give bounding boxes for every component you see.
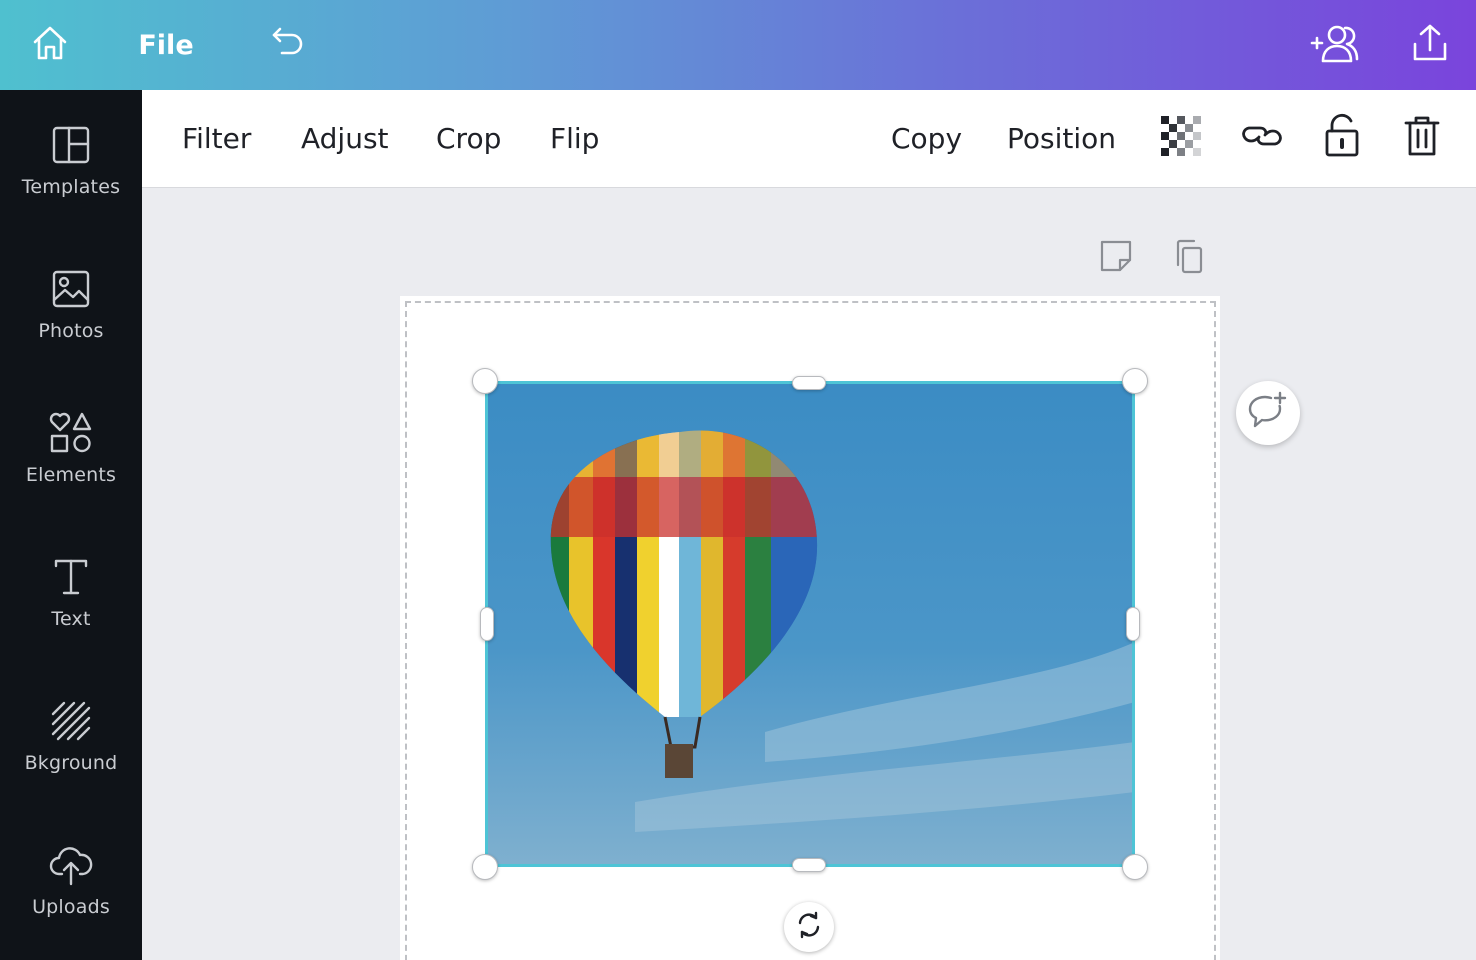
trash-icon (1402, 114, 1442, 162)
add-people-icon (1309, 21, 1361, 69)
duplicate-page-icon (1170, 237, 1206, 279)
sidebar-item-label: Photos (38, 320, 104, 342)
undo-button[interactable] (258, 0, 318, 90)
background-icon (50, 698, 92, 744)
resize-handle-top-left[interactable] (472, 368, 498, 394)
sidebar-item-templates[interactable]: Templates (0, 90, 142, 234)
elements-icon (49, 410, 93, 456)
transparency-button[interactable] (1155, 112, 1207, 164)
sidebar-item-label: Uploads (32, 896, 110, 918)
export-button[interactable] (1400, 0, 1460, 90)
resize-handle-bottom-left[interactable] (472, 854, 498, 880)
add-comment-button[interactable] (1236, 381, 1300, 445)
home-button[interactable] (18, 0, 82, 90)
file-menu-label: File (138, 29, 194, 61)
photos-icon (51, 266, 91, 312)
resize-handle-top-right[interactable] (1122, 368, 1148, 394)
rotate-icon (794, 910, 824, 944)
copy-button[interactable]: Copy (891, 90, 962, 187)
sidebar: Templates Photos Elements Text Bkground … (0, 90, 142, 960)
share-people-button[interactable] (1300, 0, 1370, 90)
uploads-icon (48, 842, 94, 888)
duplicate-page-button[interactable] (1166, 236, 1210, 280)
link-button[interactable] (1236, 112, 1288, 164)
resize-handle-top[interactable] (792, 376, 826, 390)
home-icon (30, 23, 70, 67)
position-button[interactable]: Position (1007, 90, 1116, 187)
adjust-button[interactable]: Adjust (301, 90, 389, 187)
filter-button[interactable]: Filter (182, 90, 251, 187)
lock-button[interactable] (1316, 112, 1368, 164)
sidebar-item-uploads[interactable]: Uploads (0, 810, 142, 954)
undo-icon (268, 23, 308, 67)
templates-icon (51, 122, 91, 168)
sidebar-item-background[interactable]: Bkground (0, 666, 142, 810)
add-note-button[interactable] (1094, 236, 1138, 280)
unlock-icon (1322, 113, 1362, 163)
transparency-icon (1160, 115, 1202, 161)
sidebar-item-elements[interactable]: Elements (0, 378, 142, 522)
upload-share-icon (1409, 22, 1451, 68)
text-icon (51, 554, 91, 600)
sidebar-item-label: Elements (25, 464, 117, 486)
crop-button[interactable]: Crop (436, 90, 501, 187)
resize-handle-bottom[interactable] (792, 858, 826, 872)
sidebar-item-label: Text (51, 608, 91, 630)
sidebar-item-photos[interactable]: Photos (0, 234, 142, 378)
add-note-icon (1098, 238, 1134, 278)
link-icon (1240, 116, 1284, 160)
resize-handle-right[interactable] (1126, 607, 1140, 641)
top-bar: File (0, 0, 1476, 90)
resize-handle-left[interactable] (480, 607, 494, 641)
resize-handle-bottom-right[interactable] (1122, 854, 1148, 880)
image-selection-frame (485, 381, 1135, 867)
flip-button[interactable]: Flip (550, 90, 599, 187)
sidebar-item-label: Bkground (24, 752, 118, 774)
image-toolbar: Filter Adjust Crop Flip Copy Position (142, 90, 1476, 188)
file-menu-button[interactable]: File (128, 0, 204, 90)
add-comment-icon (1247, 391, 1289, 435)
rotate-handle[interactable] (784, 902, 834, 952)
sidebar-item-label: Templates (21, 176, 121, 198)
delete-button[interactable] (1396, 112, 1448, 164)
sidebar-item-text[interactable]: Text (0, 522, 142, 666)
